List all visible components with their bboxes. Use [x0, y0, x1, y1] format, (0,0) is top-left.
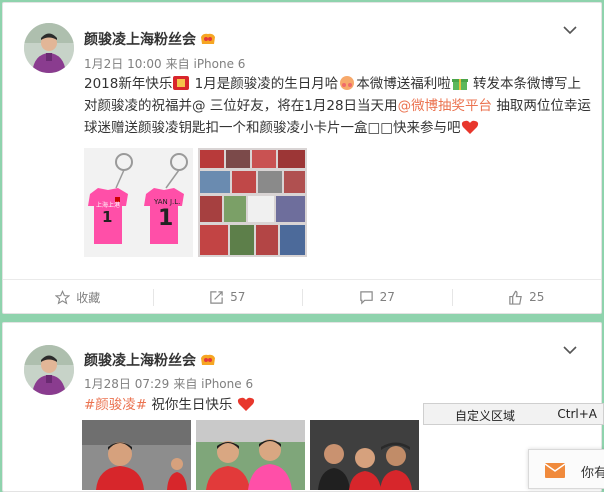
post-photo-2[interactable] [196, 420, 305, 490]
favorite-button[interactable]: 收藏 [3, 280, 153, 314]
heart-icon [461, 120, 478, 134]
post-meta: 1月2日 10:00 来自 iPhone 6 [84, 55, 245, 72]
post-action-bar: 收藏 57 27 25 [3, 279, 601, 314]
context-menu-label: 自定义区域 [455, 409, 516, 423]
fu-emoji-icon [173, 76, 190, 90]
author-avatar[interactable] [24, 23, 74, 73]
placeholder-glyphs: □□ [367, 120, 394, 136]
like-button[interactable]: 25 [451, 280, 602, 314]
post-photo-3[interactable] [310, 420, 419, 490]
jersey-name-back: YAN J.L. [154, 198, 181, 206]
author-avatar[interactable] [24, 345, 74, 395]
context-menu-shortcut: Ctrl+A [557, 407, 597, 421]
hashtag-link[interactable]: #颜骏凌# [84, 397, 147, 413]
repost-button[interactable]: 57 [152, 280, 303, 314]
author-name[interactable]: 颜骏凌上海粉丝会 [84, 350, 196, 370]
weibo-post-1: 颜骏凌上海粉丝会 1月2日 10:00 来自 iPhone 6 2018新年快乐 … [2, 2, 602, 314]
player-photo [82, 420, 191, 490]
post-time[interactable]: 1月28日 07:29 [84, 377, 169, 391]
heart-icon [237, 397, 254, 411]
gift-emoji-icon [451, 79, 468, 90]
group-photo [310, 420, 419, 490]
avatar-photo [24, 23, 74, 73]
players-photo [196, 420, 305, 490]
photo-cards-collage[interactable] [198, 148, 307, 257]
vip-badge-icon[interactable] [200, 32, 216, 46]
chevron-down-icon[interactable] [563, 345, 577, 355]
avatar-photo [24, 345, 74, 395]
keychain-photo[interactable]: 上海上港 1 YAN J.L. 1 [84, 148, 193, 257]
post-source: 来自 iPhone 6 [173, 377, 254, 391]
lottery-platform-link[interactable]: @微博抽奖平台 [398, 98, 493, 114]
like-icon [509, 290, 522, 305]
comment-icon [359, 290, 373, 305]
post-photo-1[interactable] [82, 420, 191, 490]
chevron-down-icon[interactable] [563, 25, 577, 35]
mail-icon [545, 463, 565, 478]
post-time[interactable]: 1月2日 10:00 [84, 57, 162, 71]
jersey-number-front: 1 [102, 208, 113, 226]
repost-icon [210, 290, 223, 304]
jersey-number-back: 1 [158, 206, 174, 231]
star-icon [55, 289, 71, 304]
vip-badge-icon[interactable] [200, 353, 216, 367]
post-meta: 1月28日 07:29 来自 iPhone 6 [84, 375, 253, 392]
post-text: 2018新年快乐 1月是颜骏凌的生日月哈 本微博送福利啦 转发本条微博写上对颜骏凌… [84, 76, 591, 136]
notification-popup[interactable]: 你有 [528, 449, 604, 489]
blush-emoji-icon [340, 76, 355, 90]
context-menu-item-custom-region[interactable]: 自定义区域 Ctrl+A [423, 403, 604, 425]
post-source: 来自 iPhone 6 [165, 57, 246, 71]
comment-button[interactable]: 27 [302, 280, 452, 314]
notification-text: 你有 [581, 466, 604, 481]
author-name[interactable]: 颜骏凌上海粉丝会 [84, 29, 196, 49]
collage-image [198, 148, 307, 257]
